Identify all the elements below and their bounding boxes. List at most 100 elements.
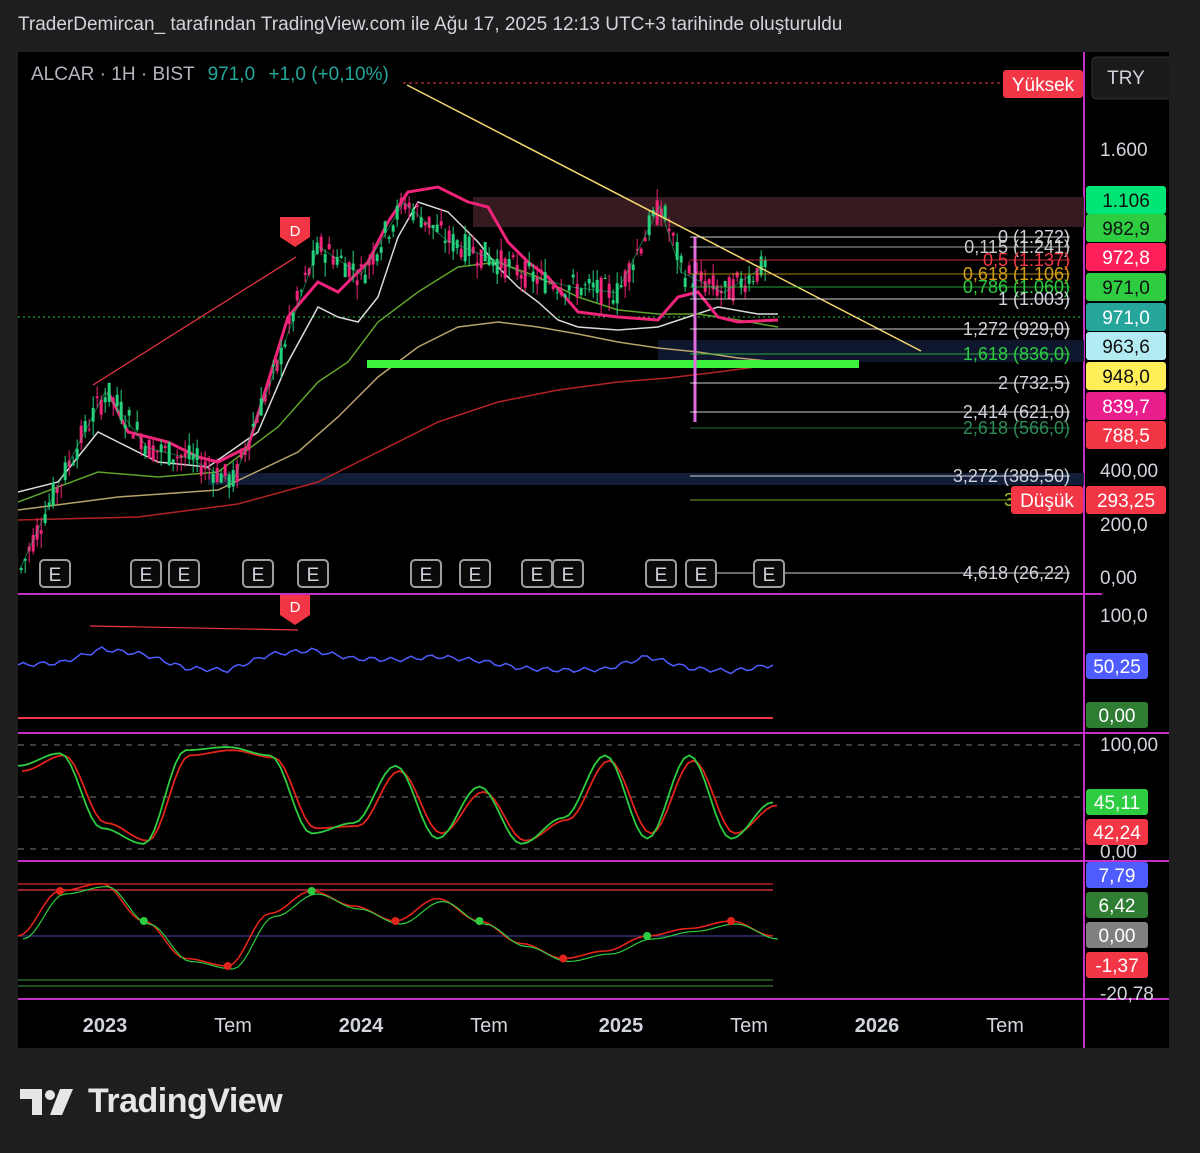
event-marker[interactable]: E xyxy=(242,559,274,588)
candle-body xyxy=(611,300,615,304)
candle-body xyxy=(575,283,579,298)
fib-label: 3,272 (389,50) xyxy=(953,466,1070,486)
support-bar xyxy=(367,360,859,368)
resistance-zone xyxy=(473,197,1084,227)
candle-body xyxy=(703,281,707,292)
candle-body xyxy=(587,278,591,284)
tradingview-logo-text: TradingView xyxy=(88,1082,283,1120)
candle-body xyxy=(163,445,167,449)
candle-body xyxy=(543,272,547,294)
badge-value: 293,25 xyxy=(1097,491,1155,512)
candle-body xyxy=(175,456,179,459)
pane-badge-value: 42,24 xyxy=(1093,823,1141,844)
event-label: E xyxy=(49,565,62,586)
fib-label: 4,618 (26,22) xyxy=(963,563,1070,583)
currency-label: TRY xyxy=(1107,68,1145,89)
candle-body xyxy=(663,205,667,220)
badge-value: 788,5 xyxy=(1102,426,1150,447)
oscillator-dot xyxy=(391,917,400,925)
candle-body xyxy=(499,250,503,269)
candle-body xyxy=(639,248,643,254)
oscillator-dot xyxy=(139,917,148,925)
candle-body xyxy=(327,243,331,250)
event-label: E xyxy=(420,565,433,586)
event-marker[interactable]: E xyxy=(39,559,71,588)
candle-body xyxy=(391,225,395,232)
candle-body xyxy=(199,465,203,476)
candle-body xyxy=(487,255,491,265)
event-marker[interactable]: E xyxy=(753,559,785,588)
candle-body xyxy=(115,394,119,407)
candle-body xyxy=(723,281,727,287)
event-label: E xyxy=(655,565,668,586)
candle-body xyxy=(751,281,755,283)
oscillator-dot xyxy=(475,917,484,925)
candle-body xyxy=(707,279,711,284)
candle-body xyxy=(595,279,599,293)
event-marker[interactable]: E xyxy=(168,559,200,588)
candle-body xyxy=(211,473,215,483)
candle-body xyxy=(507,259,511,266)
fib-label: 1 (1.003) xyxy=(998,289,1070,309)
candle-body xyxy=(563,294,567,298)
x-tick: Tem xyxy=(730,1015,768,1037)
event-marker[interactable]: E xyxy=(459,559,491,588)
candle-body xyxy=(739,278,743,288)
price-candles xyxy=(19,189,767,574)
pane-badge: 0,00 xyxy=(1086,922,1148,948)
event-marker[interactable]: E xyxy=(130,559,162,588)
event-marker[interactable]: E xyxy=(552,559,584,588)
rsi-divergence-line xyxy=(89,625,299,631)
price-badge: 948,0 xyxy=(1086,362,1166,390)
stoch-pane xyxy=(17,744,1084,850)
price-change: +1,0 (+0,10%) xyxy=(268,64,388,85)
price-badge: 963,6 xyxy=(1086,332,1166,360)
candle-body xyxy=(387,237,391,239)
price-badge: Düşük 293,25 xyxy=(1011,486,1166,514)
candle-body xyxy=(347,262,351,277)
fib-label: 1,618 (836,0) xyxy=(963,344,1070,364)
candle-body xyxy=(679,255,683,263)
x-tick: 2025 xyxy=(599,1015,644,1037)
badge-value: 1.106 xyxy=(1102,191,1150,212)
stoch-tick-0: 0,00 xyxy=(1100,842,1137,863)
candle-body xyxy=(539,269,543,273)
pane-badge-value: 0,00 xyxy=(1099,926,1136,947)
rsi-divergence-label: D xyxy=(290,599,301,616)
currency-button[interactable]: TRY xyxy=(1091,56,1177,100)
oscillator-pane xyxy=(17,882,779,987)
interval: 1H xyxy=(111,64,135,85)
tradingview-logo-icon xyxy=(20,1088,73,1115)
candle-body xyxy=(531,271,535,282)
candle-body xyxy=(187,445,191,460)
exchange: BIST xyxy=(152,64,195,85)
event-marker[interactable]: E xyxy=(297,559,329,588)
candle-body xyxy=(39,530,43,534)
candle-body xyxy=(135,421,139,430)
oscillator-dot xyxy=(559,954,568,963)
candle-body xyxy=(687,265,691,274)
candle-body xyxy=(399,197,403,204)
x-tick: 2024 xyxy=(339,1015,384,1037)
oscillator-dot xyxy=(643,932,652,940)
badge-label: Düşük xyxy=(1020,491,1074,512)
event-marker[interactable]: E xyxy=(645,559,677,588)
candle-body xyxy=(671,232,675,236)
candle-body xyxy=(759,256,763,276)
event-marker[interactable]: E xyxy=(685,559,717,588)
oscillator-signal-line xyxy=(22,885,779,970)
event-label: E xyxy=(178,565,191,586)
pane-badge-value: 50,25 xyxy=(1093,657,1141,678)
candle-body xyxy=(459,248,463,258)
candle-body xyxy=(147,439,151,459)
stoch-tick-100: 100,00 xyxy=(1100,735,1158,756)
stoch-k-line xyxy=(17,746,774,845)
fib-label: 1,272 (929,0) xyxy=(963,319,1070,339)
x-axis-ticks: 2023 Tem 2024 Tem 2025 Tem 2026 Tem xyxy=(83,1015,1024,1037)
x-tick: Tem xyxy=(470,1015,508,1037)
event-marker[interactable]: E xyxy=(410,559,442,588)
event-marker[interactable]: E xyxy=(521,559,553,588)
symbol: ALCAR xyxy=(31,64,94,85)
oscillator-dot xyxy=(223,962,232,970)
event-label: E xyxy=(307,565,320,586)
